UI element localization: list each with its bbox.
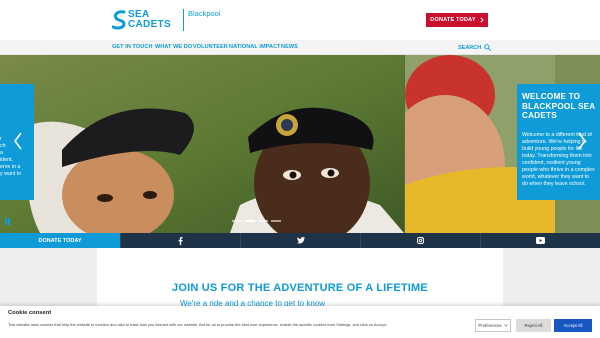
hero-carousel: r ch a ident, erve in a y want to WELCOM… — [0, 55, 600, 233]
donate-today-bar-button[interactable]: DONATE TODAY — [0, 233, 120, 248]
donate-button-label: DONATE TODAY — [430, 17, 476, 23]
carousel-indicators — [232, 220, 281, 222]
hero-photo-cadets — [0, 55, 404, 233]
page-headline: JOIN US FOR THE ADVENTURE OF A LIFETIME — [172, 282, 428, 294]
site-header: SEA CADETS Blackpool DONATE TODAY — [0, 0, 600, 40]
cookie-title: Cookie consent — [8, 310, 52, 316]
logo-line-cadets: CADETS — [128, 19, 171, 30]
main-nav: GET IN TOUCH WHAT WE DO VOLUNTEER NATION… — [0, 40, 600, 55]
prev-caption-line: erve in a — [0, 164, 21, 170]
wave-logo-icon — [112, 10, 126, 30]
carousel-next-arrow-icon[interactable] — [576, 131, 588, 151]
carousel-dot[interactable] — [258, 220, 268, 222]
sea-cadets-logo[interactable]: SEA CADETS — [112, 8, 178, 32]
donate-today-button[interactable]: DONATE TODAY — [426, 13, 488, 27]
pause-icon — [5, 218, 7, 225]
logo-divider — [183, 9, 184, 31]
search-icon — [484, 44, 492, 51]
prev-caption-line: ident, — [0, 157, 13, 163]
instagram-icon — [417, 237, 424, 244]
unit-name: Blackpool — [188, 9, 221, 18]
cookie-reject-all-button[interactable]: Reject All — [516, 319, 551, 332]
instagram-link[interactable] — [360, 233, 480, 248]
prev-caption-line: a — [0, 150, 3, 156]
nav-item-volunteer[interactable]: VOLUNTEER — [193, 44, 228, 50]
carousel-dot[interactable] — [232, 220, 242, 222]
prev-caption-line: y want to — [0, 171, 22, 177]
nav-item-get-in-touch[interactable]: GET IN TOUCH — [112, 44, 153, 50]
chevron-down-icon — [503, 324, 508, 327]
cookie-preferences-button[interactable]: Preferences — [475, 319, 511, 332]
carousel-prev-arrow-icon[interactable] — [12, 131, 24, 151]
nav-item-news[interactable]: NEWS — [281, 44, 298, 50]
youtube-icon — [536, 237, 545, 244]
preferences-label: Preferences — [478, 323, 502, 328]
nav-item-national-impact[interactable]: NATIONAL IMPACT — [229, 44, 281, 50]
slide-caption-title: WELCOME TO BLACKPOOL SEA CADETS — [522, 92, 596, 120]
social-bar: DONATE TODAY — [0, 233, 600, 248]
youtube-link[interactable] — [480, 233, 600, 248]
search-button[interactable]: SEARCH — [458, 44, 492, 51]
twitter-icon — [296, 237, 305, 244]
search-label: SEARCH — [458, 44, 482, 51]
nav-item-what-we-do[interactable]: WHAT WE DO — [155, 44, 192, 50]
carousel-dot-active[interactable] — [245, 220, 255, 222]
facebook-icon — [178, 236, 183, 245]
chevron-right-icon — [480, 17, 484, 23]
cookie-description: This website uses cookies that help the … — [8, 322, 387, 327]
twitter-link[interactable] — [240, 233, 360, 248]
cookie-consent-banner: Cookie consent This website uses cookies… — [0, 306, 600, 338]
facebook-link[interactable] — [120, 233, 240, 248]
carousel-dot[interactable] — [271, 220, 281, 222]
carousel-pause-button[interactable] — [5, 218, 10, 225]
cookie-accept-all-button[interactable]: Accept All — [554, 319, 592, 332]
